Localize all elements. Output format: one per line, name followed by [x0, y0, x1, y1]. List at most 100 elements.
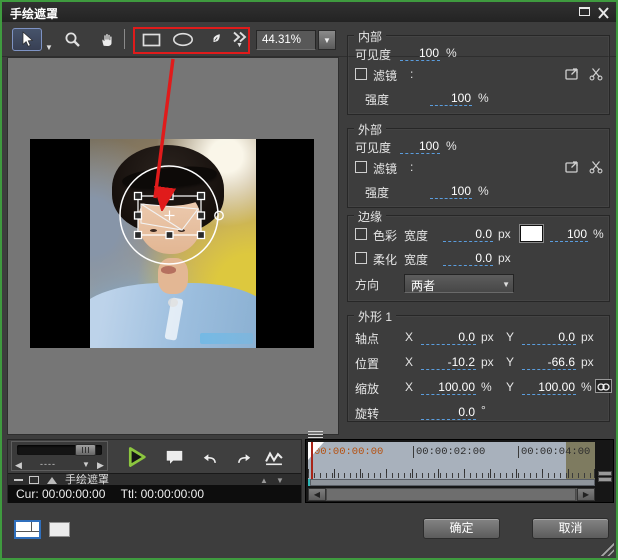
timeline-zoom-handle[interactable]	[597, 470, 612, 484]
ruler-tick-0: 00:00:00:00	[314, 446, 383, 458]
inner-filter-checkbox[interactable]	[355, 68, 367, 80]
edge-soften-width-field[interactable]: 0.0	[443, 251, 493, 266]
rectangle-icon	[142, 33, 161, 47]
inner-visibility-field[interactable]: 100	[400, 46, 440, 61]
anchor-y-label: Y	[506, 330, 514, 344]
anchor-y-unit: px	[581, 330, 594, 344]
dropdown-arrow-icon: ▼	[502, 280, 510, 289]
inner-filter-settings-button[interactable]	[588, 66, 605, 81]
scroll-left-button[interactable]: ◀	[308, 488, 326, 501]
more-tools-button[interactable]: ▼	[229, 28, 250, 51]
scrollbar-thumb[interactable]	[326, 488, 576, 501]
zoom-level-field[interactable]: 44.31%	[256, 30, 316, 50]
outer-filter-checkbox[interactable]	[355, 161, 367, 173]
edge-soften-checkbox[interactable]	[355, 252, 367, 264]
anchor-x-field[interactable]: 0.0	[421, 330, 476, 345]
zoom-level-dropdown-button[interactable]: ▼	[318, 30, 336, 50]
prev-arrow-icon[interactable]: ◀	[15, 460, 22, 471]
mode-dropdown-icon[interactable]: ▼	[82, 460, 90, 469]
timeline-splitter-grip[interactable]	[308, 431, 323, 438]
track-start-marker	[308, 479, 310, 486]
edge-direction-dropdown[interactable]: 两者 ▼	[404, 274, 514, 293]
ok-button[interactable]: 确定	[423, 518, 500, 539]
maximize-button[interactable]	[578, 6, 592, 18]
edge-soften-width-unit: px	[498, 251, 511, 265]
cursor-icon	[19, 31, 35, 48]
edge-color-width-field[interactable]: 0.0	[443, 227, 493, 242]
ellipse-mask-tool-button[interactable]	[169, 28, 197, 51]
inner-filter-colon: :	[410, 67, 413, 81]
more-tools-dropdown-icon: ▼	[236, 43, 243, 49]
scale-y-label: Y	[506, 380, 514, 394]
load-filter-icon	[564, 66, 581, 81]
play-button[interactable]	[123, 445, 151, 469]
next-arrow-icon[interactable]: ▶	[97, 460, 104, 471]
outer-strength-field[interactable]: 100	[430, 184, 472, 199]
inner-group: 内部 可见度 100 % 滤镜 : 强度 100 %	[347, 35, 610, 115]
mask-rotation-handle[interactable]	[215, 211, 223, 219]
position-x-field[interactable]: -10.2	[421, 355, 476, 370]
position-y-field[interactable]: -66.6	[522, 355, 576, 370]
toolbar-separator	[124, 29, 125, 49]
edge-color-opacity-field[interactable]: 100	[550, 227, 588, 242]
filter-settings-icon	[588, 159, 604, 174]
scale-x-field[interactable]: 100.00	[421, 380, 476, 395]
edge-soften-width-label: 宽度	[404, 251, 428, 268]
undo-button[interactable]	[196, 445, 224, 469]
shuttle-box: ◀ ---- ▼ ▶	[11, 441, 108, 471]
inner-strength-unit: %	[478, 91, 489, 105]
shuttle-slider-thumb[interactable]	[75, 444, 96, 456]
mask-overlay[interactable]	[8, 58, 340, 436]
timeline-scrollbar[interactable]: ◀ ▶	[308, 488, 595, 501]
resize-grip[interactable]	[599, 541, 614, 556]
edge-color-swatch[interactable]	[520, 225, 543, 242]
playhead[interactable]	[311, 442, 313, 479]
cancel-button[interactable]: 取消	[532, 518, 609, 539]
mode-row: ◀ ---- ▼ ▶	[12, 458, 107, 471]
hand-tool-button[interactable]	[94, 28, 120, 51]
layout-single-view-button[interactable]	[49, 522, 70, 537]
speech-bubble-icon	[164, 448, 185, 467]
comment-button[interactable]	[160, 445, 188, 469]
outer-filter-settings-button[interactable]	[588, 159, 605, 174]
position-label: 位置	[355, 355, 379, 372]
close-button[interactable]	[597, 6, 611, 18]
shape-group: 外形 1 轴点 X 0.0 px Y 0.0 px 位置 X -10.2 px …	[347, 315, 610, 422]
rotation-label: 旋转	[355, 405, 379, 422]
select-tool-dropdown[interactable]: ▼	[45, 43, 53, 52]
redo-button[interactable]	[230, 445, 258, 469]
timeline-ruler[interactable]: 00:00:00:00 00:00:02:00 00:00:04:00	[308, 442, 595, 479]
inner-filter-load-button[interactable]	[564, 66, 581, 81]
scale-label: 缩放	[355, 380, 379, 397]
curve-icon	[264, 449, 284, 466]
anchor-x-unit: px	[481, 330, 494, 344]
edge-color-width-label: 宽度	[404, 227, 428, 244]
anchor-y-field[interactable]: 0.0	[522, 330, 576, 345]
layout-split-view-button[interactable]	[14, 520, 41, 539]
edge-direction-label: 方向	[355, 276, 379, 293]
shape-group-title: 外形 1	[354, 308, 396, 325]
outer-visibility-field[interactable]: 100	[400, 139, 440, 154]
scale-y-field[interactable]: 100.00	[522, 380, 576, 395]
zoom-tool-button[interactable]	[60, 28, 86, 51]
mask-layer-row[interactable]: 手绘遮罩 ▲ ▼	[8, 473, 301, 485]
select-tool-button[interactable]	[12, 28, 42, 51]
layer-pager-down-icon[interactable]: ▼	[276, 476, 284, 485]
inner-visibility-unit: %	[446, 46, 457, 60]
layer-pager-up-icon[interactable]: ▲	[260, 476, 268, 485]
rectangle-mask-tool-button[interactable]	[138, 28, 164, 51]
shuttle-slider[interactable]	[17, 445, 102, 455]
preview-canvas[interactable]	[7, 57, 339, 435]
keyframe-curve-button[interactable]	[260, 445, 288, 469]
outer-filter-load-button[interactable]	[564, 159, 581, 174]
titlebar[interactable]: 手绘遮罩	[2, 2, 616, 22]
pen-mask-tool-button[interactable]	[205, 28, 227, 51]
outer-visibility-unit: %	[446, 139, 457, 153]
inner-strength-field[interactable]: 100	[430, 91, 472, 106]
edge-color-checkbox[interactable]	[355, 228, 367, 240]
rotation-field[interactable]: 0.0	[421, 405, 476, 420]
keyframe-track[interactable]	[310, 479, 595, 486]
mode-value[interactable]: ----	[40, 459, 56, 469]
scale-link-aspect-button[interactable]	[595, 379, 612, 393]
scroll-right-button[interactable]: ▶	[577, 488, 595, 501]
